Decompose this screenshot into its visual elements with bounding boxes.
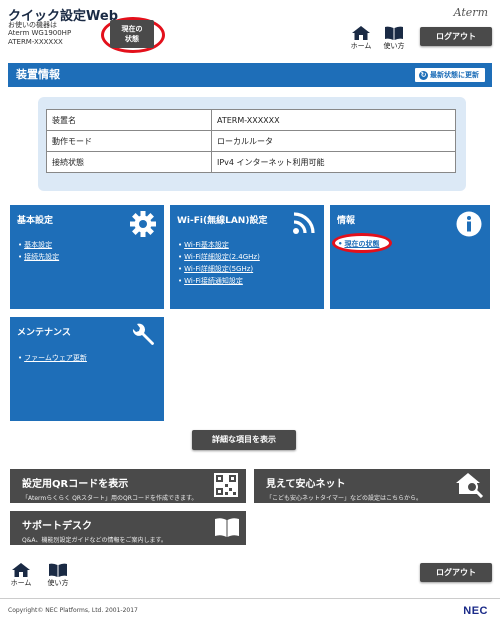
refresh-icon: ↻	[419, 71, 428, 80]
link-connection-settings[interactable]: 接続先設定	[18, 252, 59, 262]
link-wifi-notify[interactable]: Wi-Fi接続通知設定	[178, 276, 243, 286]
tile-maintenance: メンテナンス ファームウェア更新	[10, 317, 164, 421]
qr-icon	[214, 473, 238, 497]
tile-information: 情報 現在の状態	[330, 205, 490, 309]
refresh-button[interactable]: ↻ 最新状態に更新	[414, 67, 486, 83]
table-row: 接続状態 IPv4 インターネット利用可能	[46, 151, 456, 173]
link-wifi-basic[interactable]: Wi-Fi基本設定	[178, 240, 229, 250]
footer-home-nav[interactable]: ホーム	[8, 563, 34, 588]
book-icon	[49, 563, 67, 577]
show-details-button[interactable]: 詳細な項目を表示	[192, 430, 296, 450]
book-icon	[385, 26, 403, 40]
current-status-button[interactable]: 現在の状態	[110, 20, 154, 48]
wrench-icon	[132, 323, 154, 345]
table-row: 動作モード ローカルルータ	[46, 130, 456, 152]
house-search-icon	[456, 473, 484, 498]
device-name: ATERM-XXXXXX	[8, 38, 63, 46]
book-icon	[215, 518, 239, 537]
tile-wifi-settings: Wi-Fi(無線LAN)設定 Wi-Fi基本設定 Wi-Fi詳細設定(2.4GH…	[170, 205, 324, 309]
link-firmware-update[interactable]: ファームウェア更新	[18, 353, 87, 363]
gear-icon	[130, 211, 156, 237]
device-info-table: 装置名 ATERM-XXXXXX 動作モード ローカルルータ 接続状態 IPv4 イン…	[46, 109, 456, 173]
card-support-desk[interactable]: サポートデスク Q&A、機能別設定ガイドなどの情報をご案内します。	[10, 511, 246, 545]
device-model: Aterm WG1900HP	[8, 29, 72, 37]
card-qr-code[interactable]: 設定用QRコードを表示 「Atermらくらく QRスタート」用のQRコードを作成…	[10, 469, 246, 503]
manual-nav[interactable]: 使い方	[381, 26, 407, 51]
home-icon	[12, 563, 30, 577]
footer-manual-nav[interactable]: 使い方	[44, 563, 72, 588]
info-icon	[456, 211, 482, 237]
home-icon	[352, 26, 370, 40]
copyright-text: Copyright© NEC Platforms, Ltd. 2001-2017	[8, 607, 138, 614]
footer-divider	[0, 598, 500, 599]
aterm-logo: Aterm	[453, 6, 488, 19]
wifi-icon	[293, 212, 315, 234]
link-basic-settings[interactable]: 基本設定	[18, 240, 52, 250]
logout-button[interactable]: ログアウト	[420, 27, 492, 46]
footer-logout-button[interactable]: ログアウト	[420, 563, 492, 582]
table-row: 装置名 ATERM-XXXXXX	[46, 109, 456, 131]
nec-logo: NEC	[463, 605, 488, 617]
card-safety-net[interactable]: 見えて安心ネット 「こども安心ネットタイマー」などの設定はこちらから。	[254, 469, 490, 503]
link-current-status[interactable]: 現在の状態	[338, 239, 379, 249]
link-wifi-detail-24[interactable]: Wi-Fi詳細設定(2.4GHz)	[178, 252, 260, 262]
home-nav[interactable]: ホーム	[349, 26, 373, 51]
tile-basic-settings: 基本設定 基本設定 接続先設定	[10, 205, 164, 309]
link-wifi-detail-5[interactable]: Wi-Fi詳細設定(5GHz)	[178, 264, 253, 274]
